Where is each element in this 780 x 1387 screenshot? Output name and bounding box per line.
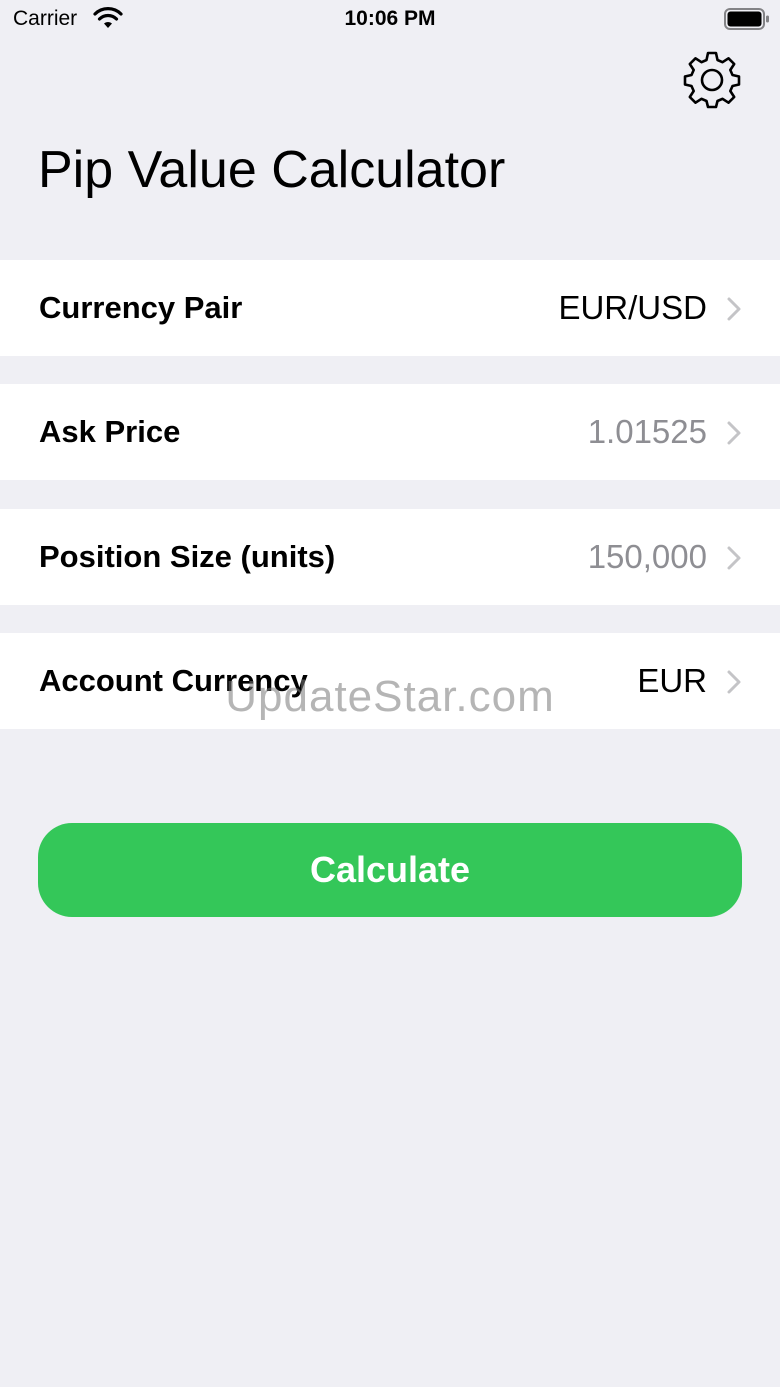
status-bar: Carrier 10:06 PM [0,0,780,40]
currency-pair-row[interactable]: Currency Pair EUR/USD [0,260,780,356]
currency-pair-value: EUR/USD [558,289,707,326]
ask-price-label: Ask Price [39,414,181,449]
settings-button[interactable] [678,46,746,114]
account-currency-value: EUR [637,662,707,699]
status-time: 10:06 PM [344,7,436,30]
currency-pair-label: Currency Pair [39,290,243,325]
page-title: Pip Value Calculator [38,141,506,199]
chevron-right-icon [727,670,741,694]
ask-price-value: 1.01525 [587,413,707,450]
position-size-value: 150,000 [587,538,707,575]
account-currency-label: Account Currency [39,663,308,698]
app-screen: Carrier 10:06 PM Pip Value Calculator Cu… [0,0,780,1387]
chevron-right-icon [727,421,741,445]
chevron-right-icon [727,546,741,570]
ask-price-row[interactable]: Ask Price 1.01525 [0,384,780,480]
account-currency-row[interactable]: Account Currency EUR [0,633,780,729]
calculate-button[interactable]: Calculate [38,823,742,917]
chevron-right-icon [727,297,741,321]
battery-icon [724,8,769,30]
gear-icon [683,51,741,109]
position-size-label: Position Size (units) [39,539,336,574]
position-size-row[interactable]: Position Size (units) 150,000 [0,509,780,605]
